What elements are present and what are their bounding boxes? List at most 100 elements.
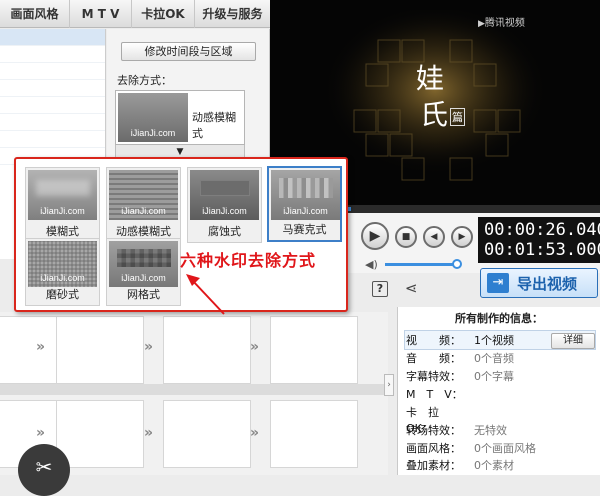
list-item[interactable] [0, 46, 105, 63]
info-key: 转场特效： [406, 424, 461, 437]
option-label: 动感模糊式 [116, 225, 171, 238]
option-thumbnail: iJianJi.com [190, 170, 259, 220]
option-thumbnail: iJianJi.com [109, 170, 178, 220]
storyboard-divider [0, 384, 388, 395]
info-key: M T V： [406, 388, 463, 401]
clip-slot[interactable] [270, 316, 358, 384]
erode-region [200, 180, 250, 196]
option-thumbnail: iJianJi.com [28, 241, 97, 287]
option-thumbnail: iJianJi.com [271, 170, 340, 220]
info-title: 所有制作的信息： [455, 312, 543, 325]
menu-bar: 画面风格 M T V 卡拉OK 升级与服务 [0, 0, 270, 28]
list-item[interactable] [0, 131, 105, 148]
option-watermark: iJianJi.com [121, 206, 166, 216]
detail-button[interactable]: 详细 [551, 333, 595, 349]
method-option-frosted[interactable]: iJianJi.com 磨砂式 [25, 238, 100, 306]
tencent-video-logo: ▶腾讯视频 [478, 14, 525, 29]
seek-bar[interactable] [345, 205, 600, 213]
method-option-erode[interactable]: iJianJi.com 腐蚀式 [187, 167, 262, 243]
export-icon: ⇥ [487, 273, 509, 293]
share-icon[interactable]: ⋖ [405, 279, 418, 297]
option-label: 磨砂式 [46, 288, 79, 301]
option-thumbnail: iJianJi.com [109, 241, 178, 287]
mosaic-region [279, 178, 333, 198]
info-value: 1个视频 [474, 334, 514, 347]
option-label: 网格式 [127, 288, 160, 301]
info-row-transitions: 转场特效： 无特效 [406, 423, 596, 439]
option-watermark: iJianJi.com [202, 206, 247, 216]
list-item[interactable] [0, 80, 105, 97]
title-char-2: 氏 [420, 98, 449, 131]
info-value: 0个素材 [474, 459, 514, 472]
menu-item-karaoke[interactable]: 卡拉OK [132, 0, 195, 28]
clip-slot[interactable] [270, 400, 358, 468]
clip-slot[interactable] [56, 400, 144, 468]
clip-slot[interactable] [163, 316, 251, 384]
info-row-styles: 画面风格： 0个画面风格 [406, 441, 596, 457]
transition-arrow-icon[interactable]: » [250, 340, 266, 354]
method-option-grid[interactable]: iJianJi.com 网格式 [106, 238, 181, 306]
transition-arrow-icon[interactable]: » [36, 340, 52, 354]
info-key: 音 频： [406, 352, 461, 365]
info-row-audio: 音 频： 0个音频 [406, 351, 596, 367]
list-item[interactable] [0, 97, 105, 114]
help-icon[interactable]: ? [372, 281, 388, 297]
collapse-panel-handle[interactable]: › [384, 374, 394, 396]
volume-slider[interactable] [385, 263, 457, 266]
title-tag: 篇 [450, 108, 465, 126]
transition-arrow-icon[interactable]: » [144, 340, 160, 354]
info-row-mtv: M T V： [406, 387, 596, 403]
stop-button[interactable]: ■ [395, 226, 417, 248]
list-item[interactable] [0, 29, 105, 46]
menu-item-style[interactable]: 画面风格 [0, 0, 70, 28]
current-time: 00:00:26.040 [484, 220, 600, 240]
clip-slot[interactable] [56, 316, 144, 384]
info-key: 字幕特效： [406, 370, 461, 383]
thumbnail-watermark: iJianJi.com [130, 128, 176, 138]
scissors-icon[interactable]: ✂ [18, 444, 70, 496]
clip-slot[interactable] [163, 400, 251, 468]
next-frame-button[interactable]: ▶ [451, 226, 473, 248]
volume-icon[interactable]: ◀) [365, 258, 378, 271]
previous-frame-button[interactable]: ◀ [423, 226, 445, 248]
method-option-motion-blur[interactable]: iJianJi.com 动感模糊式 [106, 167, 181, 243]
title-char-1: 娃 [416, 62, 445, 95]
menu-item-mtv[interactable]: M T V [70, 0, 132, 28]
play-logo-icon: ▶ [478, 19, 485, 29]
modify-time-region-button[interactable]: 修改时间段与区域 [121, 42, 256, 61]
method-option-blur[interactable]: iJianJi.com 模糊式 [25, 167, 100, 243]
option-thumbnail: iJianJi.com [28, 170, 97, 220]
info-value: 0个画面风格 [474, 442, 536, 455]
volume-slider-handle[interactable] [452, 259, 462, 269]
info-row-overlays: 叠加素材： 0个素材 [406, 458, 596, 474]
export-video-button[interactable]: ⇥ 导出视频 [480, 268, 598, 298]
menu-item-upgrade[interactable]: 升级与服务 [195, 0, 270, 28]
option-label: 模糊式 [46, 225, 79, 238]
transition-arrow-icon[interactable]: » [36, 426, 52, 440]
info-key: 视 频： [406, 334, 461, 347]
option-label: 腐蚀式 [208, 225, 241, 238]
storyboard-area: » » » » » » ✂ [0, 312, 388, 496]
info-row-subtitles: 字幕特效： 0个字幕 [406, 369, 596, 385]
project-info-panel: 所有制作的信息： 视 频： 1个视频 详细 音 频： 0个音频 字幕特效： 0个字幕 … [397, 307, 600, 475]
list-item[interactable] [0, 63, 105, 80]
play-button[interactable]: ▶ [361, 222, 389, 250]
option-watermark: iJianJi.com [40, 273, 85, 283]
current-method-box[interactable]: iJianJi.com 动感模糊式 [115, 90, 245, 145]
option-watermark: iJianJi.com [283, 206, 328, 216]
info-value: 0个字幕 [474, 370, 514, 383]
list-item[interactable] [0, 114, 105, 131]
info-key: 叠加素材： [406, 459, 461, 472]
current-method-label: 动感模糊式 [192, 111, 236, 140]
method-option-mosaic[interactable]: iJianJi.com 马赛克式 [267, 166, 342, 242]
total-time: 00:01:53.000 [484, 240, 600, 260]
info-value: 无特效 [474, 424, 507, 437]
logo-text: 腾讯视频 [484, 18, 525, 29]
info-value: 0个音频 [474, 352, 514, 365]
option-label: 马赛克式 [282, 223, 327, 236]
removal-method-label: 去除方式： [117, 74, 172, 87]
transition-arrow-icon[interactable]: » [144, 426, 160, 440]
transition-arrow-icon[interactable]: » [250, 426, 266, 440]
current-method-thumbnail: iJianJi.com [118, 93, 188, 142]
annotation-arrow-icon [186, 274, 225, 315]
